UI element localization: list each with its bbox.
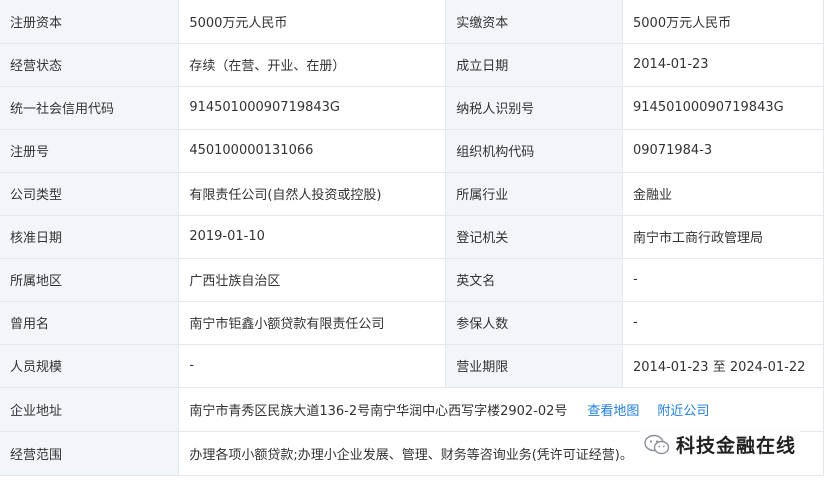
row-label-address: 企业地址 <box>0 387 180 432</box>
row-value: 450100000131066 <box>178 128 447 173</box>
row-label: 营业期限 <box>445 343 624 388</box>
row-value: - <box>622 300 824 345</box>
table-row: 注册资本 5000万元人民币 实缴资本 5000万元人民币 <box>0 0 824 44</box>
row-value: 南宁市工商行政管理局 <box>622 214 824 259</box>
table-row-address: 企业地址 南宁市青秀区民族大道136-2号南宁华润中心西写字楼2902-02号 查… <box>0 387 824 432</box>
address-text: 南宁市青秀区民族大道136-2号南宁华润中心西写字楼2902-02号 <box>189 403 568 419</box>
row-label-scope: 经营范围 <box>0 430 180 476</box>
table-row: 所属地区 广西壮族自治区 英文名 - <box>0 257 824 302</box>
row-value: 09071984-3 <box>622 128 824 173</box>
company-info-table: 注册资本 5000万元人民币 实缴资本 5000万元人民币 经营状态 存续（在营、开业、在… <box>0 0 824 476</box>
wechat-icon <box>644 434 670 454</box>
nearby-companies-link[interactable]: 附近公司 <box>657 404 709 419</box>
table-row: 公司类型 有限责任公司(自然人投资或控股) 所属行业 金融业 <box>0 171 824 216</box>
table-row: 曾用名 南宁市钜鑫小额贷款有限责任公司 参保人数 - <box>0 300 824 345</box>
row-label: 曾用名 <box>0 300 180 345</box>
row-label: 人员规模 <box>0 343 180 388</box>
table-row: 注册号 450100000131066 组织机构代码 09071984-3 <box>0 128 824 173</box>
row-value: 有限责任公司(自然人投资或控股) <box>178 171 447 216</box>
row-label: 所属行业 <box>445 171 624 216</box>
row-value: 2019-01-10 <box>178 214 447 259</box>
row-value: 2014-01-23 <box>622 42 824 87</box>
row-value: 5000万元人民币 <box>178 0 447 44</box>
table-row: 统一社会信用代码 91450100090719843G 纳税人识别号 91450100… <box>0 85 824 130</box>
row-value: - <box>622 257 824 302</box>
table-row: 经营状态 存续（在营、开业、在册） 成立日期 2014-01-23 <box>0 42 824 87</box>
row-label: 公司类型 <box>0 171 180 216</box>
row-label: 英文名 <box>445 257 624 302</box>
row-value-address: 南宁市青秀区民族大道136-2号南宁华润中心西写字楼2902-02号 查看地图 附近… <box>178 387 824 432</box>
row-label: 参保人数 <box>445 300 624 345</box>
row-value: 2014-01-23 至 2024-01-22 <box>622 343 824 388</box>
row-label: 所属地区 <box>0 257 180 302</box>
view-map-link[interactable]: 查看地图 <box>587 404 639 419</box>
row-value: 91450100090719843G <box>622 85 824 130</box>
watermark-text: 科技金融在线 <box>675 435 796 457</box>
table-row: 人员规模 - 营业期限 2014-01-23 至 2024-01-22 <box>0 343 824 388</box>
row-label: 成立日期 <box>445 42 624 87</box>
row-value: 5000万元人民币 <box>622 0 824 44</box>
watermark: 科技金融在线 <box>639 429 800 460</box>
table-row: 核准日期 2019-01-10 登记机关 南宁市工商行政管理局 <box>0 214 824 259</box>
row-value: 广西壮族自治区 <box>178 257 447 302</box>
row-label: 注册资本 <box>0 0 180 44</box>
row-value: 金融业 <box>622 171 824 216</box>
row-label: 纳税人识别号 <box>445 85 624 130</box>
row-value: 91450100090719843G <box>178 85 447 130</box>
row-label: 实缴资本 <box>445 0 624 44</box>
row-value: 存续（在营、开业、在册） <box>178 42 447 87</box>
row-label: 统一社会信用代码 <box>0 85 180 130</box>
row-value: - <box>178 343 447 388</box>
row-label: 登记机关 <box>445 214 624 259</box>
row-label: 注册号 <box>0 128 180 173</box>
row-label: 组织机构代码 <box>445 128 624 173</box>
row-value: 南宁市钜鑫小额贷款有限责任公司 <box>178 300 447 345</box>
row-label: 核准日期 <box>0 214 180 259</box>
row-label: 经营状态 <box>0 42 180 87</box>
